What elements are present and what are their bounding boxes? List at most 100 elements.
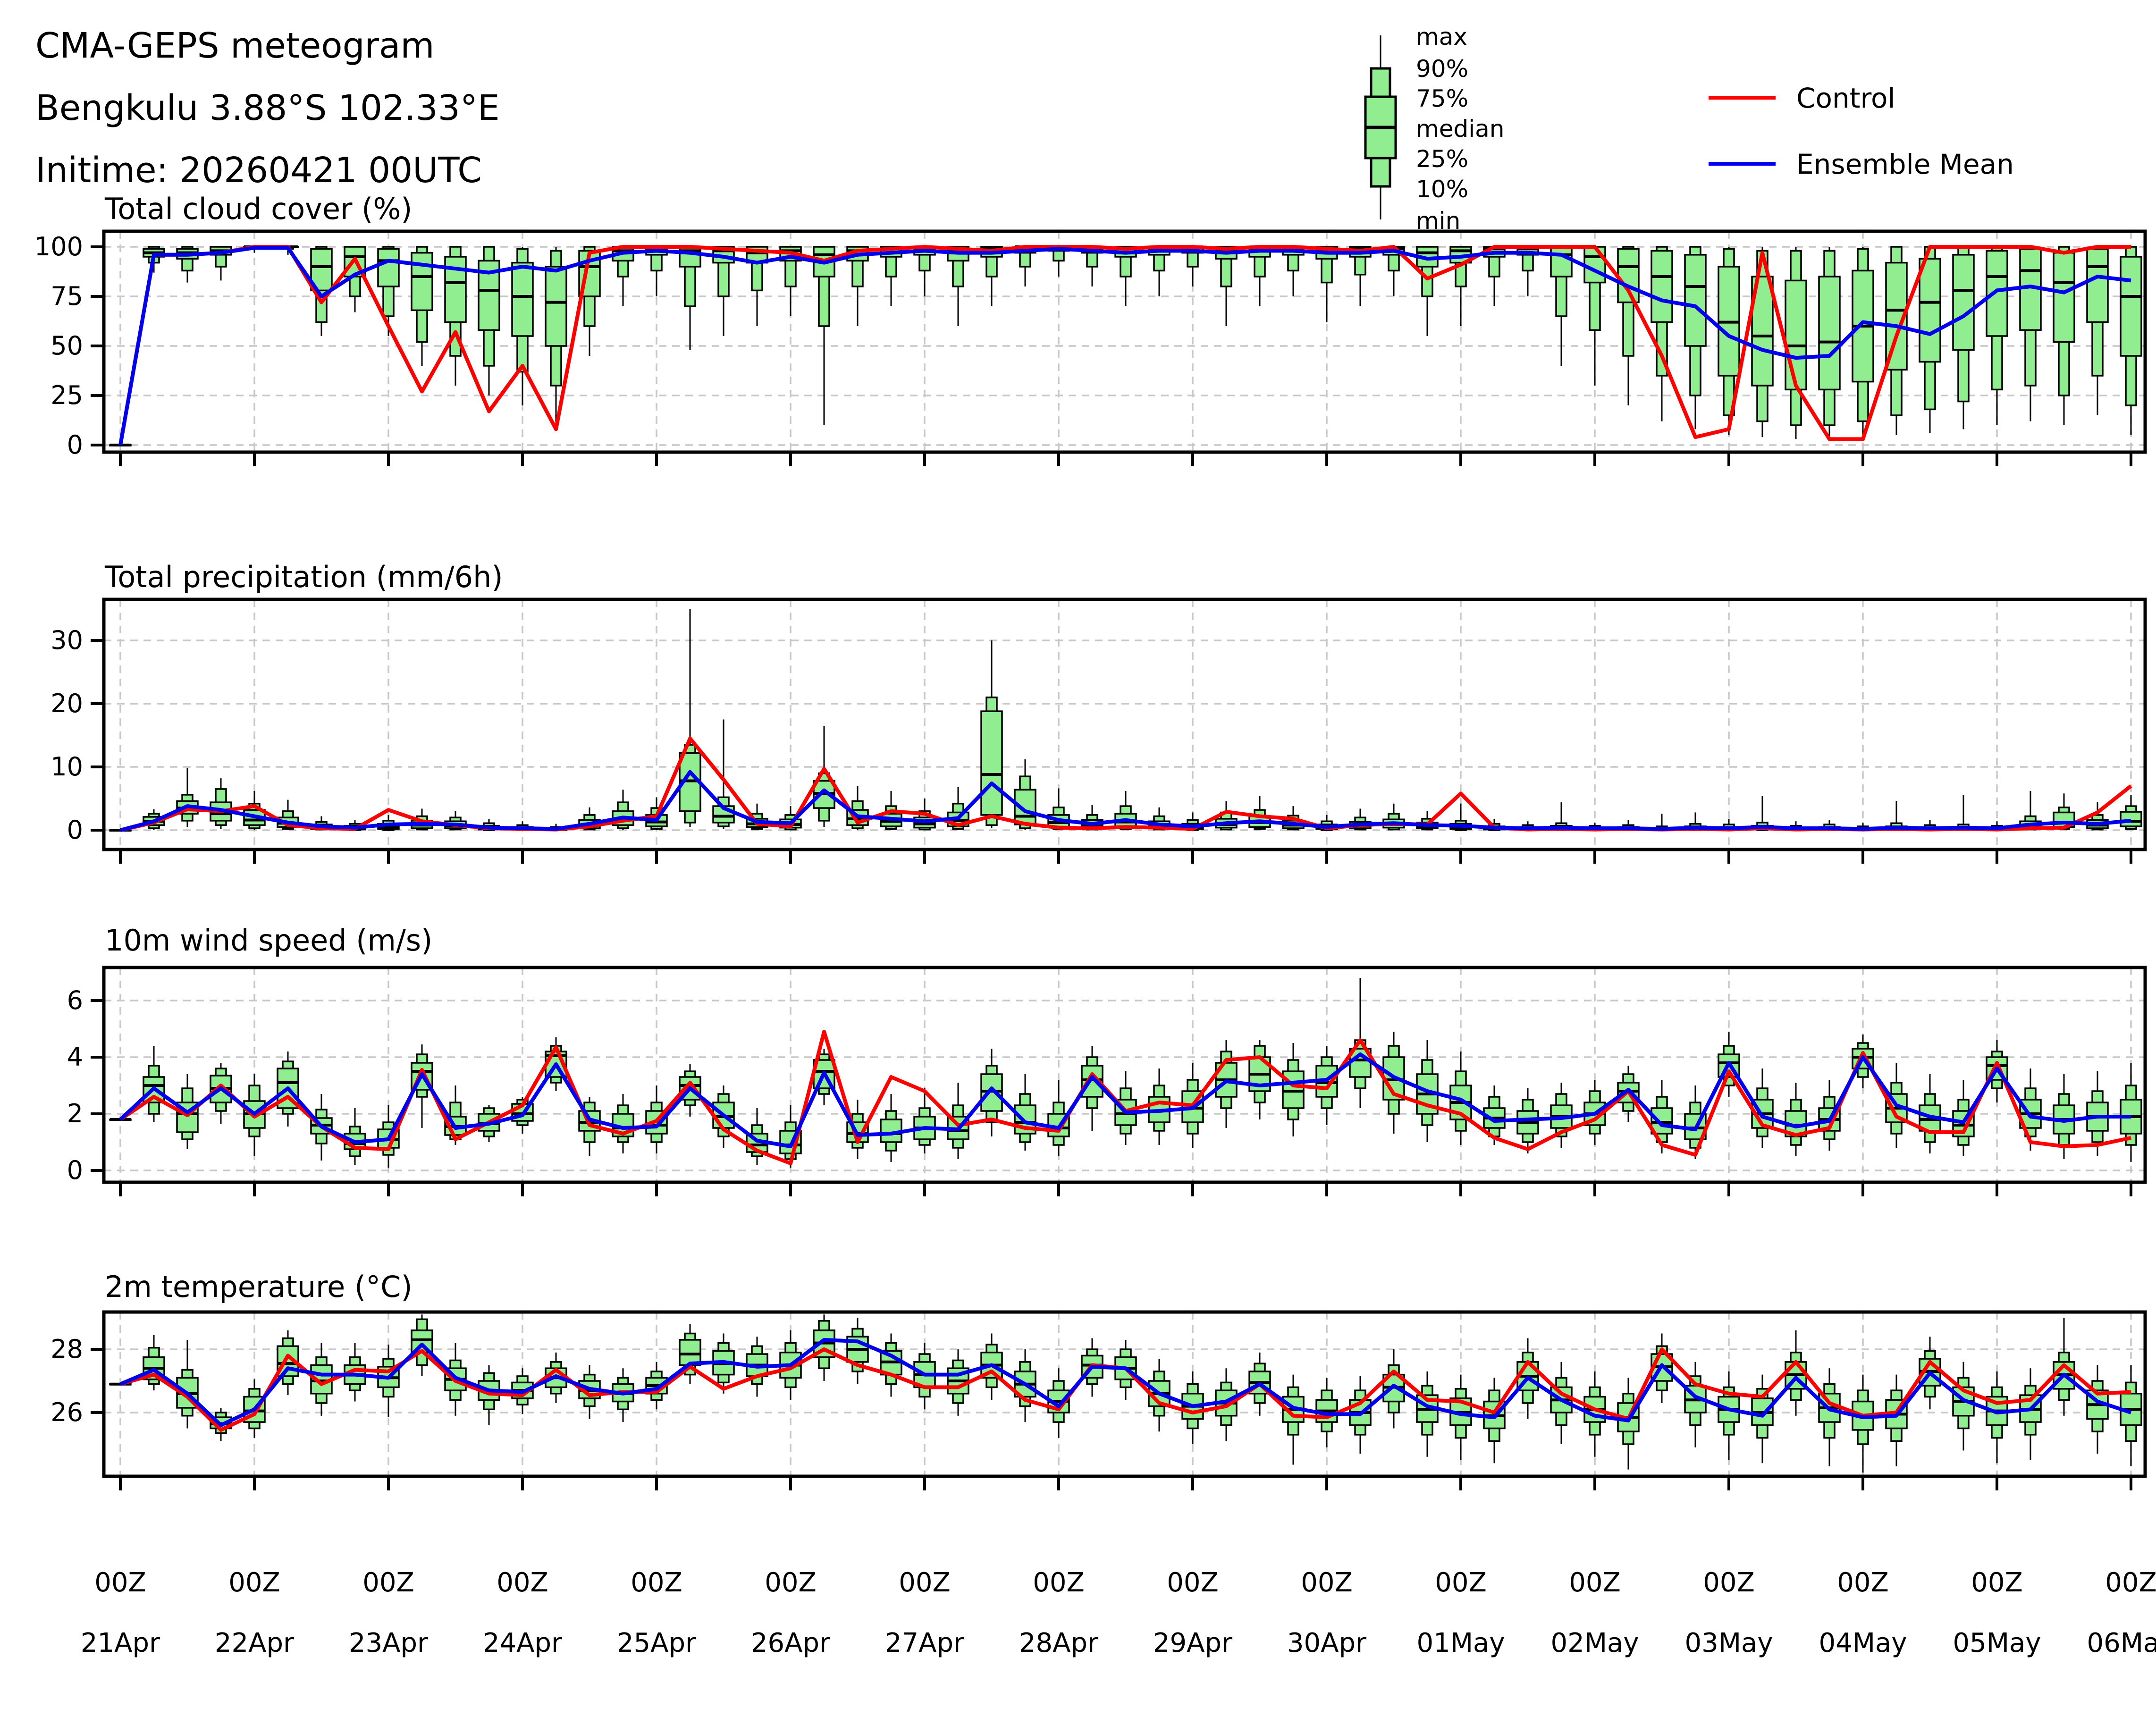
box-plot-item bbox=[1987, 1371, 2007, 1463]
y-tick-label: 100 bbox=[34, 232, 83, 261]
box-25-75 bbox=[1785, 280, 1806, 389]
box-plot-item bbox=[1350, 247, 1371, 306]
box-25-75 bbox=[981, 711, 1002, 815]
panel-title-wind: 10m wind speed (m/s) bbox=[105, 923, 432, 958]
x-tick-label-hour: 00Z bbox=[631, 1567, 682, 1598]
box-plot-item bbox=[1685, 1085, 1706, 1159]
box-plot-item bbox=[1249, 796, 1270, 830]
box-plot-item bbox=[2020, 1368, 2041, 1460]
box-plot-item bbox=[2121, 795, 2141, 830]
box-25-75 bbox=[1987, 251, 2007, 336]
x-tick-label-day: 22Apr bbox=[215, 1628, 295, 1658]
legend-label-max: max bbox=[1416, 23, 1467, 50]
box-25-75 bbox=[2121, 257, 2141, 356]
x-tick-label-day: 21Apr bbox=[81, 1628, 160, 1658]
x-tick-label-day: 05May bbox=[1953, 1628, 2041, 1658]
x-tick-label-day: 03May bbox=[1684, 1628, 1773, 1658]
box-plot-item bbox=[1853, 1375, 1873, 1473]
box-plot-item bbox=[1785, 247, 1806, 439]
y-tick-label: 4 bbox=[67, 1042, 83, 1072]
panel-0: 0255075100 bbox=[34, 231, 2145, 466]
control-legend-label: Control bbox=[1796, 82, 1895, 114]
box-plot-item bbox=[881, 1094, 901, 1162]
box-plot-item bbox=[110, 1119, 131, 1120]
box-plot-item bbox=[680, 1324, 700, 1384]
legend-label-10: 10% bbox=[1416, 176, 1468, 203]
box-plot-item bbox=[1953, 795, 1974, 830]
box-plot-item bbox=[2087, 1365, 2108, 1454]
x-tick-label-hour: 00Z bbox=[2105, 1567, 2156, 1598]
box-plot-item bbox=[110, 445, 131, 446]
y-tick-label: 28 bbox=[51, 1334, 83, 1364]
y-tick-label: 0 bbox=[67, 815, 83, 845]
y-tick-label: 26 bbox=[51, 1397, 83, 1427]
x-tick-label-hour: 00Z bbox=[497, 1567, 548, 1598]
box-plot-item bbox=[1785, 1083, 1806, 1156]
box-plot-item bbox=[814, 247, 834, 425]
box-plot-item bbox=[1115, 791, 1136, 830]
box-plot-item bbox=[981, 247, 1002, 306]
box-plot-item bbox=[613, 790, 633, 830]
x-tick-label-day: 26Apr bbox=[751, 1628, 831, 1658]
box-plot-item bbox=[1752, 796, 1773, 830]
panel-title-temp: 2m temperature (°C) bbox=[105, 1270, 413, 1304]
box-plot-item bbox=[2087, 247, 2108, 415]
box-25-75 bbox=[2087, 249, 2108, 322]
x-tick-label-day: 30Apr bbox=[1287, 1628, 1367, 1658]
box-plot-item bbox=[747, 247, 767, 326]
x-axis-labels: 00Z21Apr00Z22Apr00Z23Apr00Z24Apr00Z25Apr… bbox=[81, 1567, 2156, 1658]
box-plot-item bbox=[948, 247, 969, 326]
box-plot-item bbox=[680, 609, 700, 827]
box-plot-item bbox=[1283, 1375, 1304, 1465]
box-plot-item bbox=[1115, 247, 1136, 306]
box-plot-item bbox=[1618, 1378, 1639, 1469]
meteogram-svg: CMA-GEPS meteogram Bengkulu 3.88°S 102.3… bbox=[0, 0, 2156, 1733]
panel-2: 0 2 4 6 bbox=[67, 967, 2145, 1196]
legend-label-25: 25% bbox=[1416, 145, 1468, 173]
box-plot-item bbox=[881, 247, 901, 306]
y-tick-label: 30 bbox=[51, 625, 83, 655]
box-25-75 bbox=[546, 267, 566, 346]
x-tick-label-hour: 00Z bbox=[362, 1567, 414, 1598]
box-plot-item bbox=[345, 1108, 365, 1165]
y-tick-label: 2 bbox=[67, 1099, 83, 1128]
box-plot-item bbox=[2121, 1365, 2141, 1466]
box-plot-item bbox=[1149, 247, 1170, 296]
x-tick-label-day: 23Apr bbox=[349, 1628, 429, 1658]
box-plot-item bbox=[143, 1335, 164, 1390]
box-25-75 bbox=[1584, 247, 1605, 283]
box-plot-item bbox=[479, 247, 499, 395]
box-plot-item bbox=[1853, 1035, 1873, 1088]
box-plot-item bbox=[177, 247, 198, 283]
panel-1: 0 10 20 30 bbox=[51, 599, 2145, 864]
y-tick-label: 20 bbox=[51, 689, 83, 718]
box-plot-item bbox=[1685, 247, 1706, 429]
box-plot-item bbox=[1484, 1378, 1505, 1463]
box-plot-item bbox=[646, 247, 667, 296]
box-plot-item bbox=[177, 1340, 198, 1429]
legend-label-90: 90% bbox=[1416, 55, 1468, 83]
x-tick-label-day: 24Apr bbox=[483, 1628, 563, 1658]
y-tick-label: 10 bbox=[51, 752, 83, 782]
box-plot-item bbox=[1953, 1362, 1974, 1451]
box-plot-item bbox=[1987, 247, 2007, 425]
box-plot-item bbox=[613, 1094, 633, 1153]
box-plot-item bbox=[378, 1345, 399, 1417]
station-coordinates: Bengkulu 3.88°S 102.33°E bbox=[35, 88, 500, 128]
box-plot-item bbox=[1551, 1083, 1572, 1148]
legend-label-75: 75% bbox=[1416, 85, 1468, 112]
box-plot-item bbox=[1383, 804, 1404, 830]
y-tick-label: 0 bbox=[67, 1155, 83, 1185]
box-plot-item bbox=[1048, 789, 1069, 830]
box-plot-item bbox=[1484, 247, 1505, 306]
legend-label-median: median bbox=[1416, 115, 1504, 143]
line-legend: Control Ensemble Mean bbox=[1709, 82, 2014, 180]
y-tick-label: 6 bbox=[67, 985, 83, 1015]
x-tick-label-hour: 00Z bbox=[228, 1567, 280, 1598]
y-tick-label: 25 bbox=[51, 380, 83, 410]
box-plot-item bbox=[177, 768, 198, 827]
box-plot-item bbox=[1149, 1068, 1170, 1145]
box-plot-item bbox=[981, 1049, 1002, 1136]
box-25-75 bbox=[412, 253, 432, 311]
box-plot-item bbox=[1216, 1040, 1237, 1128]
